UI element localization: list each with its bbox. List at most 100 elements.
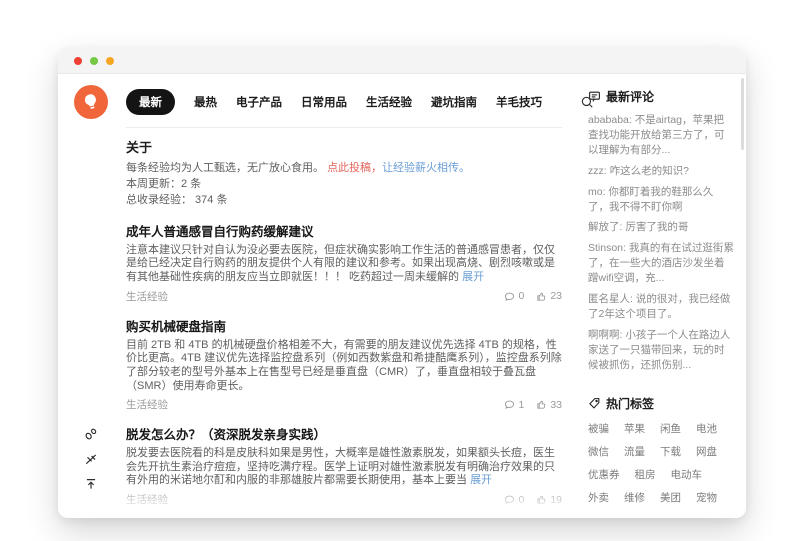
- expand-link[interactable]: 展开: [470, 474, 492, 486]
- hot-tag-租房[interactable]: 租房: [635, 467, 656, 482]
- article-category-tag[interactable]: 生活经验: [126, 397, 168, 412]
- tag-list: 被骗 苹果 闲鱼 电池 微信 流量 下载 网盘 优惠券 租房 电动车 外卖 维修…: [588, 421, 734, 505]
- submit-post-link[interactable]: 点此投稿，: [327, 162, 382, 174]
- spread-experience-link[interactable]: 让经验薪火相传。: [382, 162, 470, 174]
- nav-divider: [126, 127, 562, 128]
- article-title[interactable]: 购买机械硬盘指南: [126, 316, 562, 335]
- rail-tools: [84, 427, 98, 491]
- comment-text: 咋这么老的知识?: [609, 164, 689, 177]
- hot-tag-维修[interactable]: 维修: [624, 490, 645, 505]
- latest-comments-header: 最新评论: [588, 88, 734, 105]
- site-logo[interactable]: [74, 85, 108, 119]
- window-scrollbar[interactable]: [741, 78, 744, 150]
- comment-item[interactable]: 解放了: 厉害了我的哥: [588, 220, 734, 235]
- article-title[interactable]: 成年人普通感冒自行购药缓解建议: [126, 221, 562, 240]
- comment-count[interactable]: 1: [504, 399, 524, 411]
- comment-count-value: 0: [518, 493, 525, 506]
- hot-tag-微信[interactable]: 微信: [588, 444, 609, 459]
- comment-count[interactable]: 0: [504, 290, 524, 302]
- article-body-text: 目前 2TB 和 4TB 的机械硬盘价格相差不大，有需要的朋友建议优先选择 4T…: [126, 338, 562, 392]
- article-category-tag[interactable]: 生活经验: [126, 289, 168, 304]
- comment-author: 解放了:: [588, 221, 626, 234]
- like-count-value: 23: [550, 290, 562, 303]
- comment-item[interactable]: Stinson: 我真的有在试过逛街累了，在一些大的酒店沙发坐着蹭wifi空调，…: [588, 241, 734, 286]
- comment-item[interactable]: abababa: 不是airtag，苹果把查找功能开放给第三方了，可以理解为有部…: [588, 113, 734, 158]
- total-entries-stat: 总收录经验： 374 条: [126, 193, 228, 206]
- comment-count-value: 0: [518, 290, 525, 303]
- weekly-update-stat: 本周更新：2 条: [126, 177, 202, 190]
- comments-list: abababa: 不是airtag，苹果把查找功能开放给第三方了，可以理解为有部…: [588, 113, 734, 373]
- hot-tag-外卖[interactable]: 外卖: [588, 490, 609, 505]
- latest-comments-title: 最新评论: [606, 90, 655, 104]
- article-category-tag[interactable]: 生活经验: [126, 492, 168, 507]
- beans-icon[interactable]: [84, 427, 98, 441]
- hot-tags-title: 热门标签: [606, 396, 655, 411]
- browser-window: 最新 最热 电子产品 日常用品 生活经验 避坑指南 羊毛技巧 关于 每条经验均为…: [58, 48, 746, 518]
- hot-tag-电动车[interactable]: 电动车: [671, 467, 703, 482]
- comment-count[interactable]: 0: [504, 494, 524, 506]
- expand-link[interactable]: 展开: [462, 271, 484, 283]
- hot-tag-下载[interactable]: 下载: [660, 444, 681, 459]
- comment-icon: [504, 399, 515, 410]
- window-titlebar: [58, 48, 746, 74]
- comment-item[interactable]: 匿名星人: 说的很对，我已经做了2年这个项目了。: [588, 292, 734, 322]
- nav-tab-避坑指南[interactable]: 避坑指南: [431, 94, 477, 110]
- about-section: 关于 每条经验均为人工甄选，无广放心食用。 点此投稿，让经验薪火相传。 本周更新…: [126, 137, 562, 209]
- lightbulb-icon: [80, 91, 102, 113]
- article-title[interactable]: 脱发怎么办？（资深脱发亲身实践）: [126, 424, 562, 443]
- like-count[interactable]: 23: [536, 290, 562, 302]
- hot-tag-美团[interactable]: 美团: [660, 490, 681, 505]
- article-footer: 生活经验 0: [126, 492, 562, 507]
- hot-tag-电池[interactable]: 电池: [696, 421, 717, 436]
- like-count[interactable]: 33: [536, 399, 562, 411]
- comment-author: mo:: [588, 185, 609, 198]
- thumbs-up-icon: [536, 399, 547, 410]
- like-count-value: 33: [550, 398, 562, 411]
- nav-tab-最新[interactable]: 最新: [126, 89, 175, 115]
- nav-tab-羊毛技巧[interactable]: 羊毛技巧: [496, 94, 542, 110]
- article-item: 购买机械硬盘指南 目前 2TB 和 4TB 的机械硬盘价格相差不大，有需要的朋友…: [126, 316, 562, 413]
- nav-tab-最热[interactable]: 最热: [194, 94, 217, 110]
- right-sidebar: 最新评论 abababa: 不是airtag，苹果把查找功能开放给第三方了，可以…: [576, 74, 746, 517]
- main-column: 最新 最热 电子产品 日常用品 生活经验 避坑指南 羊毛技巧 关于 每条经验均为…: [124, 74, 593, 517]
- comment-author: Stinson:: [588, 242, 629, 255]
- about-intro: 每条经验均为人工甄选，无广放心食用。 点此投稿，让经验薪火相传。: [126, 161, 562, 177]
- comment-item[interactable]: 啊啊啊: 小孩子一个人在路边人家送了一只猫带回来，玩的时候被抓伤，还抓伤别...: [588, 328, 734, 373]
- page-background: 最新 最热 电子产品 日常用品 生活经验 避坑指南 羊毛技巧 关于 每条经验均为…: [0, 0, 800, 541]
- comment-author: 匿名星人:: [588, 293, 636, 306]
- pen-strokes-icon[interactable]: [84, 452, 98, 466]
- article-body: 脱发要去医院看的科是皮肤科如果是男性，大概率是雄性激素脱发，如果额头长痘，医生会…: [126, 447, 562, 488]
- hot-tag-网盘[interactable]: 网盘: [696, 444, 717, 459]
- nav-tab-日常用品[interactable]: 日常用品: [301, 94, 347, 110]
- article-meta: 0 23: [504, 290, 562, 302]
- window-close-button[interactable]: [74, 56, 82, 65]
- tag-icon: [588, 397, 601, 410]
- thumbs-up-icon: [536, 494, 547, 505]
- hot-tag-闲鱼[interactable]: 闲鱼: [660, 421, 681, 436]
- hot-tag-苹果[interactable]: 苹果: [624, 421, 645, 436]
- article-meta: 1 33: [504, 399, 562, 411]
- search-icon[interactable]: [580, 95, 594, 109]
- article-meta: 0 19: [504, 494, 562, 506]
- hot-tag-流量[interactable]: 流量: [624, 444, 645, 459]
- thumbs-up-icon: [536, 291, 547, 302]
- comment-author: zzz:: [588, 164, 610, 177]
- hot-tag-被骗[interactable]: 被骗: [588, 421, 609, 436]
- hot-tag-优惠券[interactable]: 优惠券: [588, 467, 620, 482]
- hot-tag-宠物[interactable]: 宠物: [696, 490, 717, 505]
- like-count[interactable]: 19: [536, 494, 562, 506]
- comment-item[interactable]: zzz: 咋这么老的知识?: [588, 164, 734, 179]
- back-to-top-icon[interactable]: [84, 477, 98, 491]
- about-title: 关于: [126, 140, 153, 155]
- window-maximize-button[interactable]: [90, 56, 98, 65]
- comment-icon: [504, 494, 515, 505]
- nav-tab-生活经验[interactable]: 生活经验: [366, 94, 412, 110]
- category-nav: 最新 最热 电子产品 日常用品 生活经验 避坑指南 羊毛技巧: [126, 74, 593, 127]
- comment-item[interactable]: mo: 你都盯着我的鞋那么久了，我不得不盯你啊: [588, 185, 734, 215]
- hot-tags-header: 热门标签: [588, 395, 734, 412]
- window-minimize-button[interactable]: [106, 56, 114, 65]
- comment-author: 啊啊啊:: [588, 328, 626, 341]
- nav-tab-电子产品[interactable]: 电子产品: [236, 94, 282, 110]
- article-item: 成年人普通感冒自行购药缓解建议 注意本建议只针对自认为没必要去医院，但症状确实影…: [126, 221, 562, 304]
- left-rail: [58, 74, 124, 517]
